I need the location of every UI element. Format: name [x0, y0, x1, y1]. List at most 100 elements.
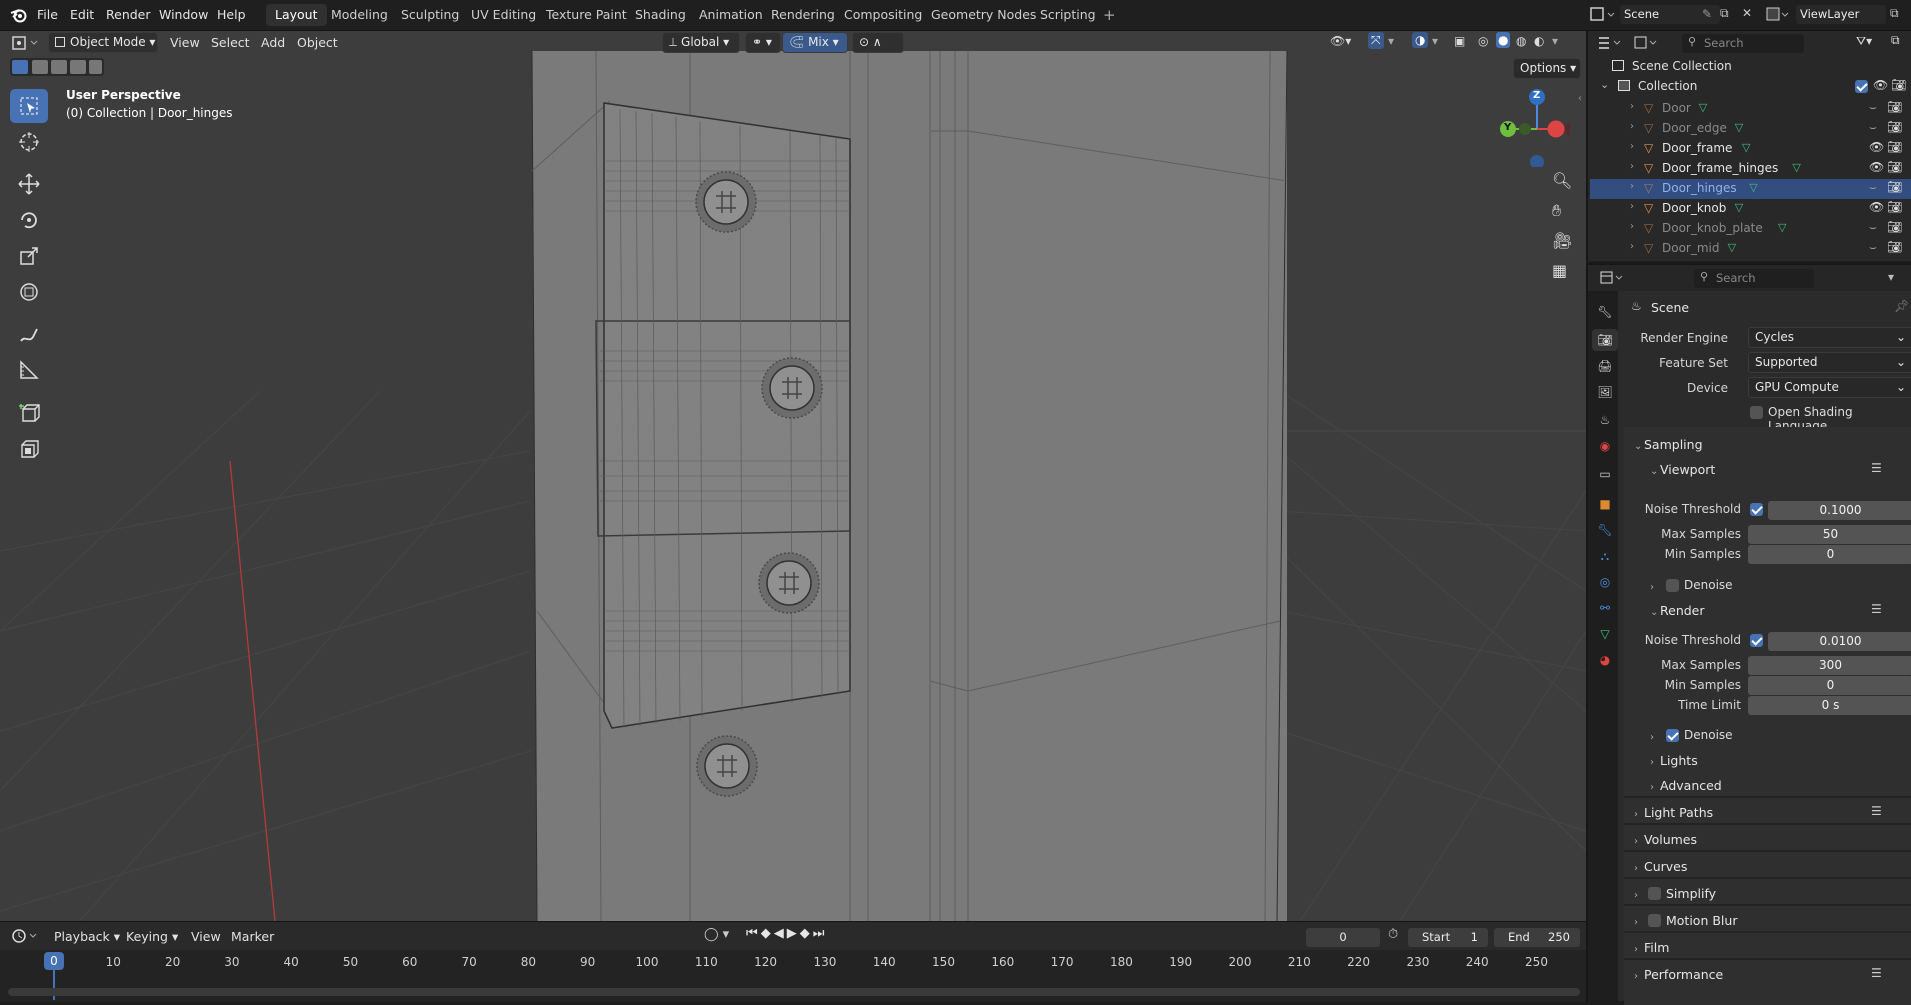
volumes-panel[interactable]: › Volumes: [1634, 832, 1697, 847]
auto-keying-icon[interactable]: ◯ ▾: [704, 927, 729, 942]
simplify-panel[interactable]: ›: [1634, 886, 1644, 901]
pin-icon[interactable]: ✎: [1702, 7, 1712, 21]
outliner-object-row[interactable]: › ▽ Door_frame_hinges 👁︎ 📷︎ ▽: [1590, 159, 1911, 179]
perspective-toggle-icon[interactable]: ▦: [1552, 261, 1567, 280]
navigation-gizmo[interactable]: Z Y: [1490, 87, 1570, 167]
rendered-shading-icon[interactable]: ◐: [1534, 34, 1544, 48]
timeline-editor-type-icon[interactable]: [10, 927, 42, 945]
cursor-tool[interactable]: [10, 125, 48, 159]
menu-help[interactable]: Help: [217, 7, 246, 22]
timeline-menu-marker[interactable]: Marker: [231, 929, 274, 944]
viewport-menu-add[interactable]: Add: [261, 35, 285, 50]
wireframe-shading-icon[interactable]: ◎: [1478, 34, 1488, 48]
display-mode-icon[interactable]: [1632, 34, 1662, 54]
play-icon[interactable]: ▶: [787, 926, 800, 941]
object-visibility-icon[interactable]: ⌣: [1869, 220, 1877, 235]
scene-tab-icon[interactable]: ♨︎: [1592, 409, 1618, 431]
overlay-toggle-icon[interactable]: ◑: [1412, 32, 1429, 48]
overlay-dropdown-icon[interactable]: ▾: [1432, 34, 1438, 48]
timeline-menu-view[interactable]: View: [191, 929, 221, 944]
tab-scripting[interactable]: Scripting: [1031, 4, 1105, 26]
object-visibility-icon[interactable]: ⌣: [1869, 100, 1877, 115]
xray-icon[interactable]: ▣: [1454, 34, 1465, 48]
tab-shading[interactable]: Shading: [626, 4, 695, 26]
menu-render[interactable]: Render: [106, 7, 151, 22]
filter-icon[interactable]: ⛛▾: [1856, 34, 1872, 49]
vp-max-samples-field[interactable]: 50: [1748, 525, 1911, 544]
select-subtract-icon[interactable]: [51, 60, 67, 74]
performance-panel[interactable]: › Performance: [1634, 967, 1723, 982]
dropdown-chevron-icon[interactable]: ▾: [1888, 270, 1894, 284]
r-noise-threshold-checkbox[interactable]: [1750, 634, 1763, 647]
tab-layout[interactable]: Layout: [266, 4, 327, 26]
outliner-type-icon[interactable]: [1596, 34, 1626, 54]
end-frame-field[interactable]: End 250: [1494, 928, 1580, 947]
film-panel[interactable]: › Film: [1634, 940, 1669, 955]
object-visibility-icon[interactable]: ⌣: [1869, 120, 1877, 135]
add-cube-tool[interactable]: [10, 395, 48, 429]
object-render-icon[interactable]: 📷︎: [1887, 120, 1902, 134]
start-frame-field[interactable]: Start 1: [1408, 928, 1488, 947]
scene-icon[interactable]: [1588, 4, 1618, 26]
collection-tab-icon[interactable]: ▭: [1592, 463, 1618, 485]
expand-icon[interactable]: ›: [1630, 141, 1634, 152]
r-min-samples-field[interactable]: 0: [1748, 676, 1911, 695]
camera-view-icon[interactable]: 🎥︎: [1552, 231, 1572, 250]
pivot-point[interactable]: ⚭ ▾: [745, 32, 781, 53]
pan-hand-icon[interactable]: ✋︎: [1552, 201, 1561, 221]
view-layer-selector[interactable]: ViewLayer: [1796, 5, 1886, 24]
world-tab-icon[interactable]: ◉: [1592, 435, 1618, 457]
motion-blur-checkbox[interactable]: [1648, 914, 1661, 927]
object-render-icon[interactable]: 📷︎: [1887, 200, 1902, 214]
expand-icon[interactable]: ›: [1630, 181, 1634, 192]
pin-icon[interactable]: 📌︎: [1894, 299, 1909, 313]
current-frame-field[interactable]: 0: [1306, 928, 1380, 947]
preset-list-icon[interactable]: ☰: [1871, 461, 1882, 475]
editor-type-icon[interactable]: [10, 34, 42, 52]
expand-icon[interactable]: ›: [1630, 221, 1634, 232]
options-dropdown[interactable]: Options ▾: [1513, 58, 1581, 79]
blender-logo-icon[interactable]: [10, 7, 28, 23]
tab-uv-editing[interactable]: UV Editing: [462, 4, 545, 26]
outliner-object-row[interactable]: › ▽ Door_edge ⌣ 📷︎ ▽: [1590, 119, 1911, 139]
prev-keyframe-icon[interactable]: ◆: [761, 926, 774, 941]
jump-end-icon[interactable]: ⏭: [813, 926, 828, 941]
timeline-menu-playback[interactable]: Playback ▾: [54, 929, 120, 944]
next-keyframe-icon[interactable]: ◆: [800, 926, 813, 941]
outliner-object-row[interactable]: › ▽ Door_mid ⌣ 📷︎ ▽: [1590, 239, 1911, 259]
play-reverse-icon[interactable]: ◀: [774, 926, 787, 941]
output-tab-icon[interactable]: 🖨︎: [1592, 355, 1618, 377]
device-dropdown[interactable]: GPU Compute ⌄: [1748, 377, 1911, 398]
select-invert-icon[interactable]: [70, 60, 86, 74]
view-layer-icon[interactable]: [1764, 4, 1794, 26]
tab-geometry-nodes[interactable]: Geometry Nodes: [922, 4, 1045, 26]
jump-start-icon[interactable]: ⏮: [746, 926, 761, 941]
snap-toggle[interactable]: 🧲︎ Mix ▾: [782, 32, 848, 53]
viewport-3d[interactable]: Object Mode ▾ View Select Add Object ⟂ Gl…: [0, 31, 1586, 921]
render-subpanel-header[interactable]: ⌄ Render: [1650, 603, 1705, 618]
vp-min-samples-field[interactable]: 0: [1748, 545, 1911, 564]
sidebar-toggle-icon[interactable]: ‹: [1578, 93, 1582, 104]
object-visibility-icon[interactable]: ⌣: [1869, 240, 1877, 255]
r-max-samples-field[interactable]: 300: [1748, 656, 1911, 675]
data-tab-icon[interactable]: ▽: [1592, 623, 1618, 645]
viewport-menu-object[interactable]: Object: [297, 35, 338, 50]
properties-type-icon[interactable]: [1598, 269, 1628, 287]
r-denoise-checkbox[interactable]: [1666, 729, 1679, 742]
advanced-subpanel[interactable]: › Advanced: [1650, 778, 1722, 793]
object-visibility-icon[interactable]: 👁︎: [1869, 200, 1884, 214]
vp-denoise-header[interactable]: ›: [1650, 578, 1660, 593]
collection-render-icon[interactable]: 📷︎: [1891, 78, 1906, 92]
mode-selector[interactable]: Object Mode ▾: [48, 32, 158, 53]
outliner-object-row[interactable]: › ▽ Door ⌣ 📷︎ ▽: [1590, 99, 1911, 119]
properties-search-input[interactable]: Search: [1694, 269, 1814, 288]
select-extend-icon[interactable]: [32, 60, 48, 74]
osl-checkbox[interactable]: [1750, 406, 1763, 419]
viewport-subpanel-header[interactable]: ⌄ Viewport: [1650, 462, 1715, 477]
expand-icon[interactable]: ⌄: [1600, 78, 1609, 91]
outliner-object-row[interactable]: › ▽ Door_knob 👁︎ 📷︎ ▽: [1590, 199, 1911, 219]
constraints-tab-icon[interactable]: ⚯: [1592, 597, 1618, 619]
modifier-tab-icon[interactable]: 🔧︎: [1592, 519, 1618, 541]
extrude-tool[interactable]: [10, 431, 48, 465]
preset-list-icon[interactable]: ☰: [1871, 804, 1882, 818]
